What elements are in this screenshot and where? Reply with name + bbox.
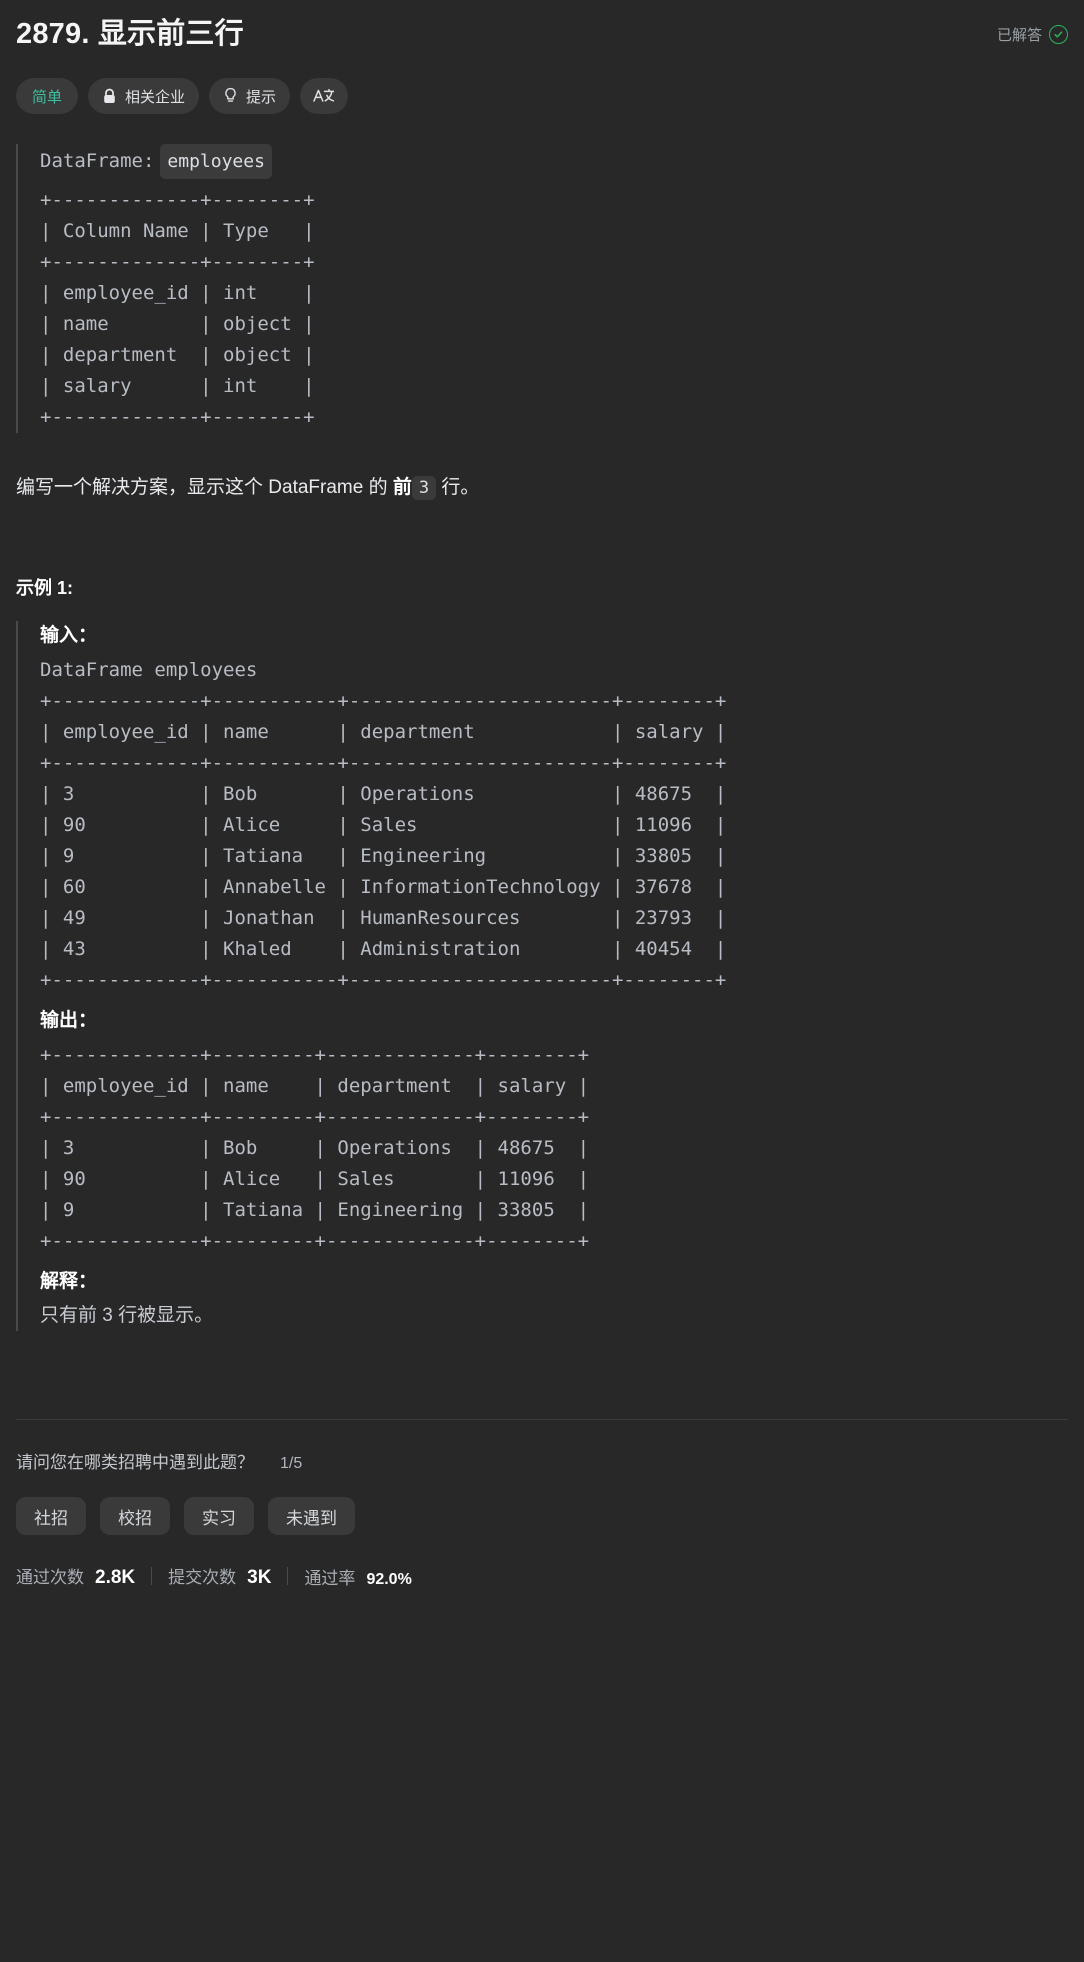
page-title: 2879. 显示前三行 <box>16 18 244 50</box>
lock-icon <box>102 88 117 105</box>
stat-acceptance-rate-value: 92.0% <box>366 1570 412 1588</box>
description-code: 3 <box>411 476 437 500</box>
example-output-table: +-------------+---------+-------------+-… <box>40 1044 590 1252</box>
example-block: 输入： DataFrame employees +-------------+-… <box>16 621 1068 1331</box>
hints-tag[interactable]: 提示 <box>209 78 291 114</box>
example-explanation-text: 只有前 3 行被显示。 <box>40 1305 214 1326</box>
related-companies-tag[interactable]: 相关企业 <box>88 78 200 114</box>
example-title: 示例 1: <box>16 578 74 598</box>
survey-option-none[interactable]: 未遇到 <box>268 1497 355 1535</box>
survey-options: 社招 校招 实习 未遇到 <box>16 1497 1068 1535</box>
example-output-label: 输出： <box>40 1010 98 1031</box>
survey-question-row: 请问您在哪类招聘中遇到此题？ 1/5 <box>16 1448 1068 1473</box>
problem-page: 2879. 显示前三行 已解答 简单 相关企业 提示 DataFrame: em… <box>0 0 1084 1962</box>
survey-option-campus[interactable]: 校招 <box>100 1497 170 1535</box>
stat-submissions: 提交次数 3K <box>168 1563 271 1589</box>
difficulty-tag[interactable]: 简单 <box>16 78 79 114</box>
stat-accepted-label: 通过次数 <box>16 1568 84 1587</box>
schema-block: DataFrame: employees +-------------+----… <box>16 144 1068 433</box>
lightbulb-icon <box>223 87 238 105</box>
stat-submissions-value: 3K <box>247 1567 272 1588</box>
header: 2879. 显示前三行 已解答 <box>16 0 1068 54</box>
schema-heading: DataFrame: employees <box>40 144 1068 179</box>
stat-accepted-value: 2.8K <box>95 1567 136 1588</box>
survey-counter: 1/5 <box>280 1455 303 1472</box>
stat-submissions-label: 提交次数 <box>168 1568 237 1587</box>
description-part2: 行。 <box>436 477 480 498</box>
example-input-label: 输入： <box>40 625 98 646</box>
description-bold: 前 <box>392 477 412 498</box>
schema-table-name: employees <box>160 144 272 179</box>
stats-divider <box>287 1567 289 1585</box>
translate-tag[interactable] <box>300 78 349 114</box>
survey-option-social[interactable]: 社招 <box>16 1497 86 1535</box>
survey-question: 请问您在哪类招聘中遇到此题？ <box>16 1453 254 1472</box>
stat-accepted: 通过次数 2.8K <box>16 1563 135 1589</box>
problem-description: 编写一个解决方案，显示这个 DataFrame 的 前3 行。 <box>16 473 1068 503</box>
solved-label: 已解答 <box>996 27 1042 44</box>
stats-row: 通过次数 2.8K 提交次数 3K 通过率 92.0% <box>16 1563 1068 1589</box>
example-input-caption: DataFrame employees <box>40 659 258 681</box>
survey-section: 请问您在哪类招聘中遇到此题？ 1/5 社招 校招 实习 未遇到 通过次数 2.8… <box>16 1420 1068 1589</box>
schema-table: +-------------+--------+ | Column Name |… <box>40 189 315 428</box>
solved-status: 已解答 <box>997 24 1068 45</box>
example-input-table: +-------------+-----------+-------------… <box>40 690 727 991</box>
problem-content: DataFrame: employees +-------------+----… <box>16 114 1068 1589</box>
survey-option-internship[interactable]: 实习 <box>184 1497 254 1535</box>
example-explanation-label: 解释： <box>40 1271 98 1292</box>
stats-divider <box>151 1567 153 1585</box>
difficulty-label: 简单 <box>32 88 63 106</box>
stat-acceptance-rate: 通过率 92.0% <box>304 1564 411 1589</box>
tag-row: 简单 相关企业 提示 <box>16 78 1068 114</box>
check-circle-icon <box>1049 25 1068 44</box>
schema-prefix: DataFrame: <box>40 150 155 172</box>
description-part1: 编写一个解决方案，显示这个 DataFrame 的 <box>16 477 393 498</box>
stat-acceptance-rate-label: 通过率 <box>304 1568 356 1588</box>
hints-label: 提示 <box>246 88 277 106</box>
translate-icon <box>313 87 335 105</box>
related-companies-label: 相关企业 <box>125 88 186 106</box>
